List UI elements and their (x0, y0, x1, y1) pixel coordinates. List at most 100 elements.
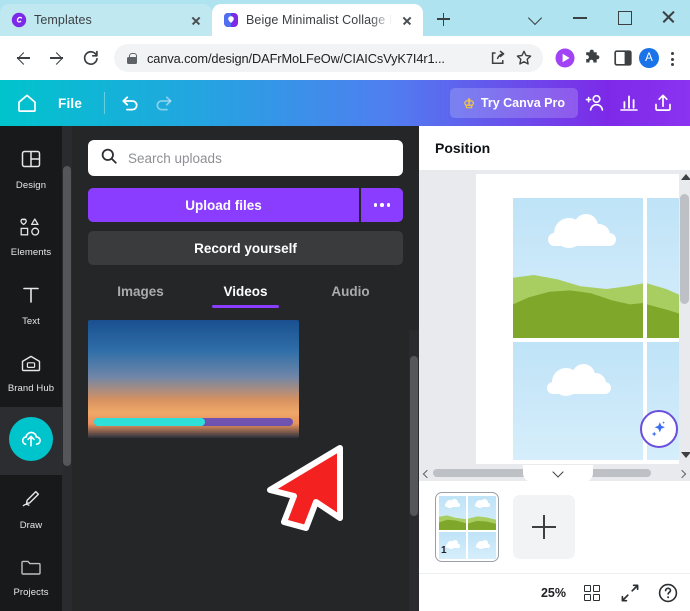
search-input[interactable]: Search uploads (88, 140, 403, 176)
upload-files-button[interactable]: Upload files (88, 188, 359, 222)
design-cell-bottom-left (513, 342, 643, 460)
draw-pen-icon (20, 488, 42, 515)
sidebar-item-brand-hub[interactable]: Brand Hub (0, 340, 62, 408)
page-thumbnail-preview (439, 496, 496, 559)
canvas-vertical-scrollbar[interactable] (679, 170, 690, 465)
browser-tab-beige-minimalist-collage[interactable]: Beige Minimalist Collage Ins (212, 4, 423, 36)
uploads-panel: Search uploads Upload files Record yours… (72, 126, 419, 611)
forward-arrow-icon[interactable] (42, 43, 72, 73)
back-arrow-icon[interactable] (8, 43, 38, 73)
tab-title: Beige Minimalist Collage Ins (246, 13, 392, 27)
home-icon[interactable] (10, 86, 44, 120)
tab-search-chevron-down-icon[interactable] (514, 0, 558, 34)
side-panel-icon[interactable] (610, 45, 636, 71)
canvas-page[interactable] (476, 174, 690, 464)
redo-icon[interactable] (147, 86, 181, 120)
sidebar-item-label: Projects (13, 586, 49, 598)
scrollbar-thumb[interactable] (63, 166, 71, 466)
tab-videos[interactable]: Videos (193, 284, 298, 308)
elements-shapes-icon (19, 217, 43, 242)
try-canva-pro-button[interactable]: ♔ Try Canva Pro (450, 88, 578, 118)
share-upload-icon[interactable] (646, 86, 680, 120)
pages-strip: 1 (419, 481, 690, 573)
upload-progress-track (94, 418, 293, 426)
sidebar-item-design[interactable]: Design (0, 136, 62, 204)
tab-title: Templates (34, 13, 92, 27)
search-icon (100, 147, 118, 170)
sidebar-item-draw[interactable]: Draw (0, 475, 62, 543)
profile-avatar[interactable]: A (639, 48, 659, 68)
scroll-left-arrow[interactable] (420, 465, 432, 481)
insights-chart-icon[interactable] (612, 86, 646, 120)
upload-button-row: Upload files (88, 188, 403, 222)
address-bar[interactable]: canva.com/design/DAFrMoLFeOw/CIAICsVyK7I… (114, 44, 543, 72)
editor-sidebar: Design Elements Text Brand Hub Draw Proj… (0, 126, 62, 611)
close-icon[interactable] (399, 12, 415, 28)
canva-app-header: File ♔ Try Canva Pro (0, 80, 690, 126)
uploaded-video-thumbnail[interactable] (88, 320, 299, 438)
magic-sparkle-icon[interactable] (640, 410, 678, 448)
share-icon[interactable] (487, 47, 509, 69)
canva-logo-icon (223, 12, 239, 28)
browser-toolbar: canva.com/design/DAFrMoLFeOw/CIAICsVyK7I… (0, 36, 690, 80)
scroll-right-arrow[interactable] (675, 465, 687, 481)
position-button[interactable]: Position (435, 140, 490, 156)
browser-tab-templates[interactable]: Templates (0, 4, 212, 36)
scrollbar-thumb[interactable] (410, 356, 418, 516)
media-play-icon[interactable] (552, 45, 578, 71)
sidebar-item-label: Draw (19, 519, 43, 531)
canva-logo-icon (11, 12, 27, 28)
media-type-tabs: Images Videos Audio (88, 284, 403, 308)
browser-window: Templates Beige Minimalist Collage Ins c… (0, 0, 690, 611)
zoom-level[interactable]: 25% (541, 586, 566, 600)
star-icon[interactable] (513, 47, 535, 69)
sidebar-item-text[interactable]: Text (0, 272, 62, 340)
grid-view-icon[interactable] (580, 581, 604, 605)
new-tab-button[interactable] (429, 5, 457, 33)
close-icon[interactable] (188, 12, 204, 28)
sidebar-item-label: Elements (10, 247, 52, 259)
page-thumbnail-1[interactable]: 1 (435, 492, 499, 562)
brand-hub-icon (19, 353, 43, 378)
sidebar-item-projects[interactable]: Projects (0, 543, 62, 611)
crown-icon: ♔ (463, 95, 475, 111)
minimize-window-button[interactable] (558, 0, 602, 34)
chevron-down-icon[interactable] (523, 465, 593, 482)
url-text: canva.com/design/DAFrMoLFeOw/CIAICsVyK7I… (147, 50, 445, 66)
pro-label: Try Canva Pro (480, 96, 565, 110)
record-yourself-button[interactable]: Record yourself (88, 231, 403, 265)
design-canvas[interactable] (419, 170, 690, 481)
add-collaborator-icon[interactable] (578, 86, 612, 120)
window-controls (514, 0, 690, 34)
tab-images[interactable]: Images (88, 284, 193, 308)
undo-icon[interactable] (113, 86, 147, 120)
file-menu-button[interactable]: File (44, 96, 96, 111)
page-number: 1 (441, 545, 447, 556)
sidebar-item-label: Text (22, 316, 40, 328)
add-page-icon[interactable] (513, 495, 575, 559)
scrollbar-thumb[interactable] (680, 194, 689, 304)
text-t-icon (20, 284, 42, 311)
editor-bottom-bar: 25% (419, 573, 690, 611)
maximize-window-button[interactable] (602, 0, 646, 34)
design-content (513, 198, 690, 460)
sidebar-item-uploads[interactable] (0, 407, 62, 476)
sidebar-item-label: Design (15, 180, 47, 192)
sidebar-scrollbar[interactable] (62, 126, 72, 611)
reload-icon[interactable] (76, 43, 106, 73)
search-placeholder: Search uploads (128, 150, 222, 166)
header-divider (104, 92, 106, 114)
close-window-button[interactable] (646, 0, 690, 34)
grid-gap-horizontal (513, 338, 690, 342)
scroll-down-arrow[interactable] (681, 452, 690, 458)
tab-strip: Templates Beige Minimalist Collage Ins (0, 0, 690, 36)
help-question-icon[interactable] (656, 581, 680, 605)
tab-audio[interactable]: Audio (298, 284, 403, 308)
fullscreen-expand-icon[interactable] (618, 581, 642, 605)
uploads-panel-scrollbar[interactable] (409, 330, 419, 611)
extensions-puzzle-icon[interactable] (581, 45, 607, 71)
more-options-icon[interactable] (361, 188, 403, 222)
sidebar-item-elements[interactable]: Elements (0, 204, 62, 272)
kebab-menu-icon[interactable] (662, 45, 682, 71)
scroll-up-arrow[interactable] (681, 174, 690, 180)
